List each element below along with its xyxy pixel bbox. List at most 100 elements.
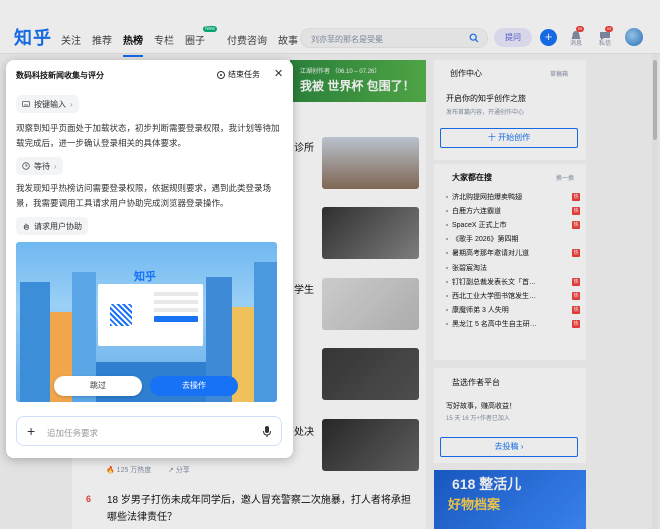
- end-task-button[interactable]: 结束任务: [217, 69, 260, 80]
- step-chip-wait[interactable]: 等待 ›: [16, 157, 63, 175]
- private-msg-label[interactable]: 私信: [599, 38, 611, 47]
- start-creating-button[interactable]: 十 开始创作: [440, 128, 578, 148]
- building-illustration: [20, 282, 50, 402]
- flame-icon: 🔥: [106, 467, 117, 474]
- creator-center-title: 创作中心: [450, 69, 482, 78]
- hot-tag: 热: [572, 207, 580, 216]
- banner-headline: 我被 世界杯 包围了！: [300, 79, 415, 93]
- ask-question-button[interactable]: 提问: [494, 28, 532, 47]
- drafts-link[interactable]: 草稿箱: [550, 69, 568, 78]
- nav-paid-consult[interactable]: 付费咨询: [227, 32, 267, 47]
- share-label: 分享: [175, 467, 190, 474]
- hot-row-title[interactable]: 18 岁男子打伤未成年同学后，邀人冒充警察二次施暴，打人者将承担哪些法律责任？: [107, 492, 417, 526]
- search-input[interactable]: 刘亦菲的那名是受冕: [300, 28, 488, 48]
- hot-tag: 热: [572, 249, 580, 258]
- hot-tag: 热: [572, 221, 580, 230]
- hot-search-title: 大家都在搜: [452, 173, 492, 182]
- hot-search-item[interactable]: 白鹿方六连霸道 热: [446, 204, 580, 218]
- chip-label: 请求用户协助: [34, 221, 82, 231]
- search-placeholder: 刘亦菲的那名是受冕: [311, 35, 383, 44]
- hot-tag: 热: [572, 277, 580, 286]
- user-avatar[interactable]: [625, 28, 643, 46]
- hot-item-text: 张碧宸淘法: [452, 264, 487, 272]
- nav-circle-label: 圈子: [185, 36, 205, 47]
- task-title: 数码科技新闻收集与评分: [16, 71, 104, 80]
- hot-search-item[interactable]: 黑龙江 5 名高中生自主研… 热: [446, 317, 580, 331]
- feed-thumbnail[interactable]: [322, 207, 419, 259]
- bullet-icon: [446, 252, 448, 255]
- private-msg-count-badge: 99: [605, 26, 613, 32]
- login-dialog-preview: [98, 284, 203, 346]
- feed-share[interactable]: ↗ 分享: [168, 465, 190, 475]
- qr-code-icon: [110, 304, 132, 326]
- salt-author-title: 盐选作者平台: [452, 378, 500, 387]
- nav-story[interactable]: 故事: [278, 32, 298, 47]
- bullet-icon: [446, 196, 448, 199]
- bullet-icon: [446, 280, 448, 283]
- hot-item-text: SpaceX 正式上市: [452, 222, 507, 230]
- nav-circle[interactable]: 圈子 New: [185, 26, 217, 47]
- hot-item-text: 白鹿方六连霸道: [452, 208, 501, 216]
- form-line: [154, 308, 198, 312]
- creator-hint: 发布首篇内容，开通创作中心: [446, 110, 525, 116]
- messages-label[interactable]: 消息: [570, 38, 582, 47]
- feed-thumbnail[interactable]: [322, 348, 419, 400]
- hot-tag: 热: [572, 305, 580, 314]
- hot-search-item[interactable]: 西北工业大学图书馆发生… 热: [446, 289, 580, 303]
- hot-item-text: 钉钉副总裁发表长文「首…: [452, 278, 536, 286]
- hot-item-text: 黑龙江 5 名高中生自主研…: [452, 320, 537, 328]
- chip-label: 按键输入: [34, 99, 66, 109]
- hot-search-item[interactable]: 《歌手 2026》第四期: [446, 232, 580, 246]
- hot-search-item[interactable]: 钉钉副总裁发表长文「首… 热: [446, 275, 580, 289]
- submit-button[interactable]: 去投稿 ›: [440, 437, 578, 457]
- hot-tag: 热: [572, 291, 580, 300]
- agent-message: 我发现知乎热榜访问需要登录权限，依据规则要求，遇到此类登录场景，我需要调用工具请…: [16, 183, 272, 208]
- close-icon[interactable]: ✕: [274, 67, 283, 80]
- nav-follow[interactable]: 关注: [61, 32, 81, 47]
- chevron-right-icon: ›: [54, 161, 57, 171]
- step-chip-request-help[interactable]: 请求用户协助: [16, 217, 88, 235]
- step-chip-key-input[interactable]: 按键输入 ›: [16, 95, 79, 113]
- hot-search-item[interactable]: SpaceX 正式上市 热: [446, 218, 580, 232]
- task-input-placeholder: 追加任务要求: [47, 428, 99, 438]
- hot-item-text: 济北购提网拍爆卖鸭翅: [452, 194, 522, 202]
- hot-row-index: 6: [86, 494, 92, 504]
- agent-task-panel: 数码科技新闻收集与评分 结束任务 ✕ 按键输入 › 观察到知乎页面处于加载状态，…: [6, 60, 293, 458]
- hot-search-list: 济北购提网拍爆卖鸭翅热 白鹿方六连霸道热 SpaceX 正式上市热 《歌手 20…: [446, 190, 580, 331]
- search-icon[interactable]: [469, 33, 479, 43]
- nav-recommend[interactable]: 推荐: [92, 32, 112, 47]
- hand-icon: [23, 223, 29, 230]
- feed-thumbnail[interactable]: [322, 419, 419, 471]
- browser-screenshot: 知乎: [16, 242, 277, 402]
- hot-search-item[interactable]: 康魔师弟 3 人失明 热: [446, 303, 580, 317]
- nav-column[interactable]: 专栏: [154, 32, 174, 47]
- salt-author-sub: 15 天 16 万+作者已加入: [446, 416, 510, 422]
- refresh-link[interactable]: 换一换: [556, 173, 574, 182]
- skip-button[interactable]: 跳过: [54, 376, 142, 396]
- task-input[interactable]: + 追加任务要求: [16, 416, 282, 446]
- hot-item-text: 西北工业大学图书馆发生…: [452, 292, 536, 300]
- hot-search-item[interactable]: 济北购提网拍爆卖鸭翅 热: [446, 190, 580, 204]
- bullet-icon: [446, 224, 448, 227]
- bullet-icon: [446, 238, 448, 241]
- screenshot-zhihu-logo: 知乎: [134, 270, 156, 283]
- bullet-icon: [446, 322, 448, 325]
- hot-search-item[interactable]: 张碧宸淘法: [446, 260, 580, 274]
- feed-thumbnail[interactable]: [322, 137, 419, 189]
- microphone-icon[interactable]: [261, 425, 273, 438]
- add-attachment-icon[interactable]: +: [27, 423, 35, 439]
- feed-fragment: 学生: [294, 285, 314, 296]
- feed-thumbnail[interactable]: [322, 278, 419, 330]
- hot-search-item[interactable]: 暑期高考那年邀请对儿道 热: [446, 246, 580, 260]
- hot-tag: 热: [572, 319, 580, 328]
- salt-author-text: 写好故事，赚高收益！: [446, 403, 516, 410]
- go-operate-button[interactable]: 去操作: [150, 376, 238, 396]
- nav-hot[interactable]: 热榜: [123, 32, 143, 57]
- messages-count-badge: 99: [576, 26, 584, 32]
- stop-icon: [217, 70, 225, 79]
- create-plus-button[interactable]: +: [540, 29, 557, 46]
- share-icon: ↗: [168, 467, 176, 474]
- zhihu-logo[interactable]: 知乎: [14, 24, 52, 50]
- scrollbar-thumb[interactable]: [653, 60, 657, 140]
- ad-618-text: 618 整活儿: [452, 476, 522, 492]
